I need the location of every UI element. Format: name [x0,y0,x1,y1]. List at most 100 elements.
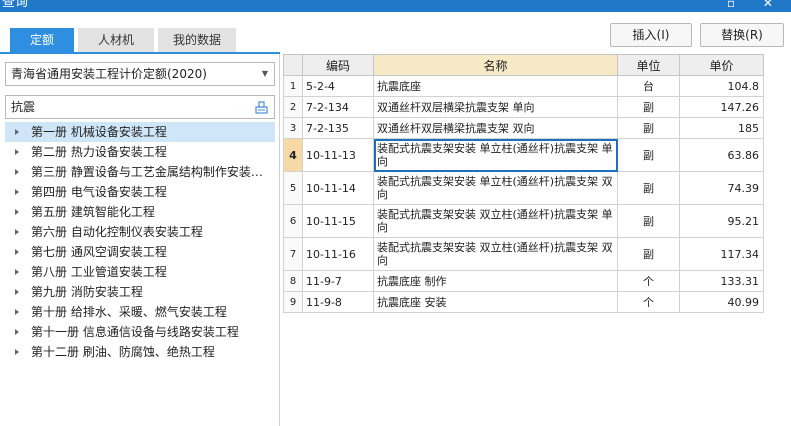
cell-price[interactable]: 147.26 [679,96,764,118]
tab-quota[interactable]: 定额 [10,28,74,52]
cell-unit[interactable]: 副 [617,96,680,118]
cell-price[interactable]: 74.39 [679,171,764,205]
tree-item[interactable]: 第一册 机械设备安装工程 [5,122,275,142]
table-row[interactable]: 2 7-2-134 双通丝杆双层横梁抗震支架 单向 副 147.26 [283,96,764,118]
cell-name[interactable]: 装配式抗震支架安装 双立柱(通丝杆)抗震支架 单向 [373,204,618,238]
search-value: 抗震 [11,100,36,114]
table-row[interactable]: 7 10-11-16 装配式抗震支架安装 双立柱(通丝杆)抗震支架 双向 副 1… [283,237,764,271]
expand-arrow-icon[interactable] [15,169,19,175]
insert-button[interactable]: 插入(I) [610,23,692,47]
expand-arrow-icon[interactable] [15,289,19,295]
cell-unit[interactable]: 个 [617,291,680,313]
expand-arrow-icon[interactable] [15,329,19,335]
cell-code[interactable]: 10-11-16 [302,237,374,271]
row-index: 7 [283,237,303,271]
table-row[interactable]: 9 11-9-8 抗震底座 安装 个 40.99 [283,291,764,313]
table-row[interactable]: 8 11-9-7 抗震底座 制作 个 133.31 [283,270,764,292]
tree-item[interactable]: 第二册 热力设备安装工程 [5,142,275,162]
cell-code[interactable]: 7-2-134 [302,96,374,118]
expand-arrow-icon[interactable] [15,149,19,155]
col-code-header[interactable]: 编码 [302,54,374,76]
cell-price[interactable]: 117.34 [679,237,764,271]
expand-arrow-icon[interactable] [15,349,19,355]
cell-unit[interactable]: 台 [617,75,680,97]
tab-underline [0,52,280,54]
title-bar: 查询 ▫ ✕ [0,0,791,12]
window-controls[interactable]: ▫ ✕ [727,0,785,11]
cell-name[interactable]: 抗震底座 [373,75,618,97]
cell-price[interactable]: 40.99 [679,291,764,313]
table-row[interactable]: 1 5-2-4 抗震底座 台 104.8 [283,75,764,97]
col-price-header[interactable]: 单价 [679,54,764,76]
cell-price[interactable]: 133.31 [679,270,764,292]
row-index: 9 [283,291,303,313]
tree-item[interactable]: 第六册 自动化控制仪表安装工程 [5,222,275,242]
expand-arrow-icon[interactable] [15,309,19,315]
cell-code[interactable]: 5-2-4 [302,75,374,97]
cell-unit[interactable]: 副 [617,204,680,238]
expand-arrow-icon[interactable] [15,189,19,195]
search-filter-icon[interactable] [255,101,268,114]
col-name-header[interactable]: 名称 [373,54,618,76]
cell-price[interactable]: 95.21 [679,204,764,238]
expand-arrow-icon[interactable] [15,249,19,255]
chevron-down-icon[interactable]: ▼ [262,63,268,85]
cell-name[interactable]: 装配式抗震支架安装 单立柱(通丝杆)抗震支架 双向 [373,171,618,205]
quota-library-value: 青海省通用安装工程计价定额(2020) [11,67,207,81]
col-unit-header[interactable]: 单位 [617,54,680,76]
left-tabs: 定额 人材机 我的数据 [0,28,280,52]
table-row[interactable]: 5 10-11-14 装配式抗震支架安装 单立柱(通丝杆)抗震支架 双向 副 7… [283,171,764,205]
tree-item[interactable]: 第四册 电气设备安装工程 [5,182,275,202]
tree-item[interactable]: 第三册 静置设备与工艺金属结构制作安装… [5,162,275,182]
expand-arrow-icon[interactable] [15,209,19,215]
cell-unit[interactable]: 副 [617,171,680,205]
expand-arrow-icon[interactable] [15,229,19,235]
tree-item[interactable]: 第十册 给排水、采暖、燃气安装工程 [5,302,275,322]
table-row-selected[interactable]: 4 10-11-13 装配式抗震支架安装 单立柱(通丝杆)抗震支架 单向 副 6… [283,138,764,172]
cell-name[interactable]: 双通丝杆双层横梁抗震支架 双向 [373,117,618,139]
tree-item[interactable]: 第十一册 信息通信设备与线路安装工程 [5,322,275,342]
tab-labor-material-machine[interactable]: 人材机 [78,28,154,52]
table-row[interactable]: 6 10-11-15 装配式抗震支架安装 双立柱(通丝杆)抗震支架 单向 副 9… [283,204,764,238]
tree-item[interactable]: 第十二册 刷油、防腐蚀、绝热工程 [5,342,275,362]
cell-code[interactable]: 10-11-13 [302,138,374,172]
quota-library-select[interactable]: 青海省通用安装工程计价定额(2020) ▼ [5,62,275,86]
quota-results-table: 编码 名称 单位 单价 1 5-2-4 抗震底座 台 104.8 2 7-2-1… [283,54,764,313]
row-index: 5 [283,171,303,205]
cell-name[interactable]: 双通丝杆双层横梁抗震支架 单向 [373,96,618,118]
row-index: 6 [283,204,303,238]
tab-my-data[interactable]: 我的数据 [158,28,236,52]
cell-unit[interactable]: 副 [617,117,680,139]
tree-item[interactable]: 第五册 建筑智能化工程 [5,202,275,222]
cell-name-active[interactable]: 装配式抗震支架安装 单立柱(通丝杆)抗震支架 单向 [373,138,618,172]
panel-divider[interactable] [279,54,280,426]
cell-name[interactable]: 抗震底座 安装 [373,291,618,313]
replace-button[interactable]: 替换(R) [700,23,784,47]
tree-item[interactable]: 第八册 工业管道安装工程 [5,262,275,282]
expand-arrow-icon[interactable] [15,269,19,275]
cell-unit[interactable]: 副 [617,138,680,172]
cell-name[interactable]: 抗震底座 制作 [373,270,618,292]
tree-item[interactable]: 第九册 消防安装工程 [5,282,275,302]
row-index: 1 [283,75,303,97]
row-index: 3 [283,117,303,139]
table-row[interactable]: 3 7-2-135 双通丝杆双层横梁抗震支架 双向 副 185 [283,117,764,139]
chapter-tree: 第一册 机械设备安装工程 第二册 热力设备安装工程 第三册 静置设备与工艺金属结… [5,122,275,362]
row-index-current: 4 [283,138,303,172]
cell-name[interactable]: 装配式抗震支架安装 双立柱(通丝杆)抗震支架 双向 [373,237,618,271]
cell-code[interactable]: 11-9-7 [302,270,374,292]
col-index-header [283,54,303,76]
cell-code[interactable]: 10-11-15 [302,204,374,238]
cell-price[interactable]: 63.86 [679,138,764,172]
cell-price[interactable]: 185 [679,117,764,139]
expand-arrow-icon[interactable] [15,129,19,135]
cell-unit[interactable]: 个 [617,270,680,292]
tree-item[interactable]: 第七册 通风空调安装工程 [5,242,275,262]
cell-unit[interactable]: 副 [617,237,680,271]
cell-price[interactable]: 104.8 [679,75,764,97]
cell-code[interactable]: 10-11-14 [302,171,374,205]
cell-code[interactable]: 7-2-135 [302,117,374,139]
window-title: 查询 [2,0,29,10]
cell-code[interactable]: 11-9-8 [302,291,374,313]
search-input[interactable]: 抗震 [5,95,275,119]
